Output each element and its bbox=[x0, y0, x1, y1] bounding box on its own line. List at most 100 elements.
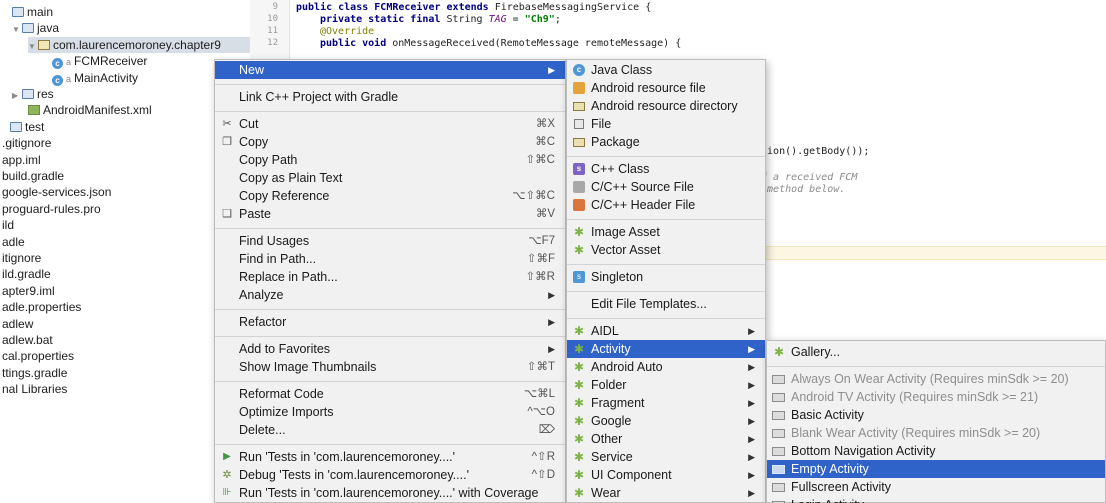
tree-item-label: AndroidManifest.xml bbox=[43, 103, 152, 118]
menu-item-fullscreen-activity[interactable]: Fullscreen Activity bbox=[767, 478, 1105, 496]
tree-item[interactable]: c a FCMReceiver bbox=[52, 53, 147, 70]
tree-item[interactable]: google-services.json bbox=[2, 184, 111, 200]
menu-item-vector-asset[interactable]: ✱ Vector Asset bbox=[567, 241, 765, 259]
menu-item-singleton[interactable]: s Singleton bbox=[567, 268, 765, 286]
menu-item-show-image-thumbnails[interactable]: Show Image Thumbnails ⇧⌘T bbox=[215, 358, 565, 376]
menu-item-link-c-project-with-gradle[interactable]: Link C++ Project with Gradle bbox=[215, 88, 565, 106]
shortcut-label: ⌥F7 bbox=[528, 235, 555, 247]
tree-item[interactable]: nal Libraries bbox=[2, 381, 67, 397]
menu-item-delete[interactable]: Delete... ⌦ bbox=[215, 421, 565, 439]
submenu-arrow-icon: ▶ bbox=[748, 416, 755, 426]
tree-item[interactable]: apter9.iml bbox=[2, 283, 55, 299]
menu-item-refactor[interactable]: Refactor ▶ bbox=[215, 313, 565, 331]
tree-item[interactable]: adle bbox=[2, 234, 25, 250]
shortcut-label: ⌥⇧⌘C bbox=[512, 190, 555, 202]
menu-item-c-class[interactable]: s C++ Class bbox=[567, 160, 765, 178]
menu-item-activity[interactable]: ✱ Activity ▶ bbox=[567, 340, 765, 358]
tree-item[interactable]: itignore bbox=[2, 250, 41, 266]
menu-item-folder[interactable]: ✱ Folder ▶ bbox=[567, 376, 765, 394]
menu-item-login-activity[interactable]: Login Activity bbox=[767, 496, 1105, 503]
tree-item[interactable]: cal.properties bbox=[2, 348, 74, 364]
menu-item-package[interactable]: Package bbox=[567, 133, 765, 151]
menu-item-label: Cut bbox=[239, 117, 259, 131]
menu-item-copy[interactable]: ❐ Copy ⌘C bbox=[215, 133, 565, 151]
menu-item-optimize-imports[interactable]: Optimize Imports ^⌥O bbox=[215, 403, 565, 421]
tree-item[interactable]: AndroidManifest.xml bbox=[28, 102, 152, 118]
project-tree: main ▼ java ▼ com.laurencemoroney.chapter9 c a… bbox=[0, 0, 250, 503]
code-token: public void bbox=[320, 38, 393, 49]
collapse-arrow-icon[interactable]: ▶ bbox=[12, 88, 22, 104]
menu-item-service[interactable]: ✱ Service ▶ bbox=[567, 448, 765, 466]
menu-item-bottom-navigation-activity[interactable]: Bottom Navigation Activity bbox=[767, 442, 1105, 460]
menu-item-run-tests-in-com-laurencemoroney[interactable]: ▶ Run 'Tests in 'com.laurencemoroney....'… bbox=[215, 448, 565, 466]
menu-item-label: AIDL bbox=[591, 324, 619, 338]
menu-item-always-on-wear-activity-requires-minsdk-[interactable]: Always On Wear Activity (Requires minSdk… bbox=[767, 370, 1105, 388]
menu-item-analyze[interactable]: Analyze ▶ bbox=[215, 286, 565, 304]
tree-item[interactable]: ild bbox=[2, 217, 14, 233]
shortcut-label: ⌘X bbox=[535, 118, 555, 130]
tree-item[interactable]: adlew.bat bbox=[2, 332, 53, 348]
menu-item-label: Copy Reference bbox=[239, 189, 330, 203]
menu-item-blank-wear-activity-requires-minsdk-20[interactable]: Blank Wear Activity (Requires minSdk >= … bbox=[767, 424, 1105, 442]
code-token: public class bbox=[296, 2, 375, 13]
tree-item[interactable]: ild.gradle bbox=[2, 266, 51, 282]
menu-item-add-to-favorites[interactable]: Add to Favorites ▶ bbox=[215, 340, 565, 358]
menu-item-file[interactable]: File bbox=[567, 115, 765, 133]
template-icon bbox=[772, 375, 785, 384]
tree-item[interactable]: ▼ java bbox=[12, 20, 59, 36]
menu-item-android-resource-directory[interactable]: Android resource directory bbox=[567, 97, 765, 115]
menu-item-new[interactable]: New ▶ bbox=[215, 61, 565, 79]
menu-item-cut[interactable]: ✂ Cut ⌘X bbox=[215, 115, 565, 133]
menu-item-aidl[interactable]: ✱ AIDL ▶ bbox=[567, 322, 765, 340]
menu-item-paste[interactable]: ❑ Paste ⌘V bbox=[215, 205, 565, 223]
menu-item-label: Run 'Tests in 'com.laurencemoroney....' … bbox=[239, 486, 539, 500]
menu-item-ui-component[interactable]: ✱ UI Component ▶ bbox=[567, 466, 765, 484]
menu-item-copy-reference[interactable]: Copy Reference ⌥⇧⌘C bbox=[215, 187, 565, 205]
menu-separator bbox=[567, 317, 765, 319]
menu-item-copy-path[interactable]: Copy Path ⇧⌘C bbox=[215, 151, 565, 169]
tree-item[interactable]: ttings.gradle bbox=[2, 365, 67, 381]
tree-item[interactable]: proguard-rules.pro bbox=[2, 201, 101, 217]
menu-item-image-asset[interactable]: ✱ Image Asset bbox=[567, 223, 765, 241]
menu-item-find-usages[interactable]: Find Usages ⌥F7 bbox=[215, 232, 565, 250]
tree-item[interactable]: c a MainActivity bbox=[52, 70, 138, 86]
menu-item-reformat-code[interactable]: Reformat Code ⌥⌘L bbox=[215, 385, 565, 403]
menu-item-edit-file-templates[interactable]: Edit File Templates... bbox=[567, 295, 765, 313]
tree-item[interactable]: ▶ res bbox=[12, 86, 54, 102]
menu-item-java-class[interactable]: c Java Class bbox=[567, 61, 765, 79]
shortcut-label: ⇧⌘C bbox=[525, 154, 555, 166]
menu-item-copy-as-plain-text[interactable]: Copy as Plain Text bbox=[215, 169, 565, 187]
menu-item-c-c-header-file[interactable]: C/C++ Header File bbox=[567, 196, 765, 214]
tree-item[interactable]: test bbox=[10, 119, 44, 135]
menu-item-wear[interactable]: ✱ Wear ▶ bbox=[567, 484, 765, 502]
tree-item[interactable]: ▼ com.laurencemoroney.chapter9 bbox=[28, 36, 250, 55]
menu-item-other[interactable]: ✱ Other ▶ bbox=[567, 430, 765, 448]
submenu-arrow-icon: ▶ bbox=[548, 344, 555, 354]
menu-item-fragment[interactable]: ✱ Fragment ▶ bbox=[567, 394, 765, 412]
menu-item-run-tests-in-com-laurencemoroney-with-co[interactable]: ⊪ Run 'Tests in 'com.laurencemoroney....'… bbox=[215, 484, 565, 502]
menu-item-c-c-source-file[interactable]: C/C++ Source File bbox=[567, 178, 765, 196]
tree-item[interactable]: adle.properties bbox=[2, 299, 81, 315]
tree-item[interactable]: app.iml bbox=[2, 152, 41, 168]
menu-item-basic-activity[interactable]: Basic Activity bbox=[767, 406, 1105, 424]
menu-item-find-in-path[interactable]: Find in Path... ⇧⌘F bbox=[215, 250, 565, 268]
code-token: String bbox=[446, 14, 489, 25]
expand-arrow-icon[interactable]: ▼ bbox=[12, 22, 22, 38]
tree-item[interactable]: build.gradle bbox=[2, 168, 64, 184]
shortcut-label: ⌦ bbox=[538, 424, 555, 436]
menu-item-android-tv-activity-requires-minsdk-21[interactable]: Android TV Activity (Requires minSdk >= … bbox=[767, 388, 1105, 406]
tree-item[interactable]: main bbox=[12, 4, 53, 20]
code-token: ; bbox=[554, 14, 561, 25]
expand-arrow-icon[interactable]: ▼ bbox=[28, 39, 38, 55]
menu-item-android-auto[interactable]: ✱ Android Auto ▶ bbox=[567, 358, 765, 376]
tree-item[interactable]: adlew bbox=[2, 316, 33, 332]
tree-item[interactable]: .gitignore bbox=[2, 135, 51, 151]
menu-item-empty-activity[interactable]: Empty Activity bbox=[767, 460, 1105, 478]
menu-item-replace-in-path[interactable]: Replace in Path... ⇧⌘R bbox=[215, 268, 565, 286]
menu-item-android-resource-file[interactable]: Android resource file bbox=[567, 79, 765, 97]
android-icon: ✱ bbox=[573, 324, 585, 338]
tree-item-label: ild bbox=[2, 218, 15, 233]
menu-item-debug-tests-in-com-laurencemoroney[interactable]: ✲ Debug 'Tests in 'com.laurencemoroney...… bbox=[215, 466, 565, 484]
menu-item-google[interactable]: ✱ Google ▶ bbox=[567, 412, 765, 430]
menu-item-gallery[interactable]: ✱ Gallery... bbox=[767, 343, 1105, 361]
